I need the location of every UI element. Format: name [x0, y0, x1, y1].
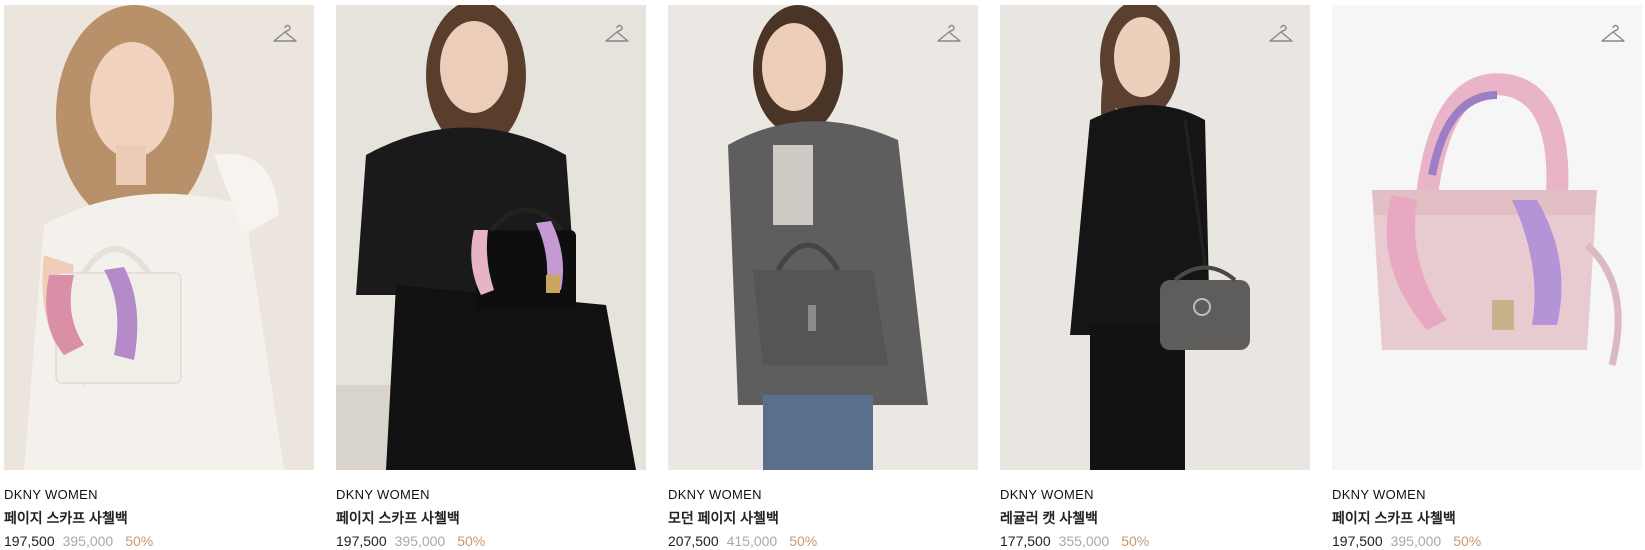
product-card[interactable]: DKNY WOMEN 페이지 스카프 사첼백 197,500 395,000 50%	[4, 5, 314, 550]
original-price: 355,000	[1058, 533, 1110, 549]
sale-price: 177,500	[1000, 533, 1051, 549]
discount-rate: 50%	[1453, 533, 1482, 549]
product-card[interactable]: DKNY WOMEN 페이지 스카프 사첼백 197,500 395,000 50%	[336, 5, 646, 550]
product-name[interactable]: 레귤러 캣 사첼백	[1000, 510, 1310, 527]
product-image[interactable]	[4, 5, 314, 470]
product-card[interactable]: DKNY WOMEN 모던 페이지 사첼백 207,500 415,000 50%	[668, 5, 978, 550]
product-name[interactable]: 페이지 스카프 사첼백	[336, 510, 646, 527]
product-photo	[1000, 5, 1310, 470]
product-name[interactable]: 모던 페이지 사첼백	[668, 510, 978, 527]
product-brand: DKNY WOMEN	[4, 487, 98, 502]
product-prices: 197,500 395,000 50%	[4, 533, 314, 550]
hanger-icon[interactable]	[1600, 21, 1626, 47]
discount-rate: 50%	[789, 533, 818, 549]
hanger-icon[interactable]	[272, 21, 298, 47]
product-name[interactable]: 페이지 스카프 사첼백	[4, 510, 314, 527]
product-info: DKNY WOMEN 페이지 스카프 사첼백 197,500 395,000 50%	[4, 470, 314, 550]
hanger-icon[interactable]	[604, 21, 630, 47]
product-photo	[4, 5, 314, 470]
product-prices: 177,500 355,000 50%	[1000, 533, 1310, 550]
discount-rate: 50%	[1121, 533, 1150, 549]
product-prices: 207,500 415,000 50%	[668, 533, 978, 550]
product-info: DKNY WOMEN 모던 페이지 사첼백 207,500 415,000 50%	[668, 470, 978, 550]
product-info: DKNY WOMEN 레귤러 캣 사첼백 177,500 355,000 50%	[1000, 470, 1310, 550]
product-brand: DKNY WOMEN	[1000, 487, 1094, 502]
product-image[interactable]	[1332, 5, 1642, 470]
original-price: 395,000	[394, 533, 446, 549]
hanger-icon[interactable]	[1268, 21, 1294, 47]
discount-rate: 50%	[457, 533, 486, 549]
product-brand: DKNY WOMEN	[336, 487, 430, 502]
sale-price: 197,500	[336, 533, 387, 549]
product-card[interactable]: DKNY WOMEN 페이지 스카프 사첼백 197,500 395,000 50%	[1332, 5, 1642, 550]
sale-price: 197,500	[1332, 533, 1383, 549]
product-photo	[1332, 5, 1642, 470]
product-photo	[336, 5, 646, 470]
product-info: DKNY WOMEN 페이지 스카프 사첼백 197,500 395,000 50%	[1332, 470, 1642, 550]
product-prices: 197,500 395,000 50%	[336, 533, 646, 550]
original-price: 395,000	[62, 533, 114, 549]
product-photo	[668, 5, 978, 470]
product-grid: DKNY WOMEN 페이지 스카프 사첼백 197,500 395,000 50%	[0, 0, 1645, 550]
product-image[interactable]	[1000, 5, 1310, 470]
hanger-icon[interactable]	[936, 21, 962, 47]
product-name[interactable]: 페이지 스카프 사첼백	[1332, 510, 1642, 527]
product-prices: 197,500 395,000 50%	[1332, 533, 1642, 550]
original-price: 395,000	[1390, 533, 1442, 549]
product-info: DKNY WOMEN 페이지 스카프 사첼백 197,500 395,000 50%	[336, 470, 646, 550]
sale-price: 197,500	[4, 533, 55, 549]
product-image[interactable]	[668, 5, 978, 470]
sale-price: 207,500	[668, 533, 719, 549]
discount-rate: 50%	[125, 533, 154, 549]
product-card[interactable]: DKNY WOMEN 레귤러 캣 사첼백 177,500 355,000 50%	[1000, 5, 1310, 550]
product-brand: DKNY WOMEN	[1332, 487, 1426, 502]
product-brand: DKNY WOMEN	[668, 487, 762, 502]
product-image[interactable]	[336, 5, 646, 470]
original-price: 415,000	[726, 533, 778, 549]
